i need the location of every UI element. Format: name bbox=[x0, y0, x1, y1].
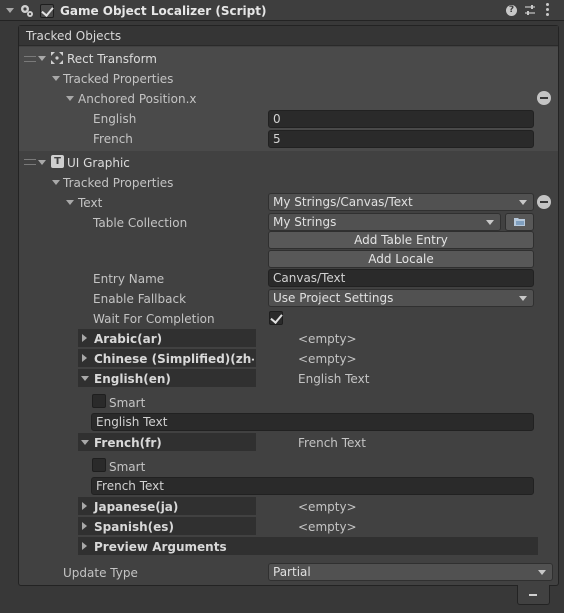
presets-icon[interactable] bbox=[524, 4, 536, 16]
locale-preview-value: <empty> bbox=[298, 500, 357, 514]
locale-foldout-icon[interactable] bbox=[82, 334, 87, 342]
checkmark-icon bbox=[270, 311, 283, 324]
chevron-down-icon bbox=[519, 200, 527, 205]
locale-preview-value: <empty> bbox=[298, 520, 357, 534]
enable-fallback-label: Enable Fallback bbox=[93, 292, 187, 306]
tracked-properties-foldout-icon[interactable] bbox=[52, 76, 60, 81]
locale-foldout-icon[interactable] bbox=[82, 522, 87, 530]
locale-preview-value: <empty> bbox=[298, 332, 357, 346]
script-component-icon bbox=[21, 5, 33, 17]
tracked-objects-label: Tracked Objects bbox=[26, 29, 122, 43]
chevron-down-icon bbox=[486, 220, 494, 225]
enable-fallback-value: Use Project Settings bbox=[273, 291, 394, 305]
preview-arguments-foldout-icon[interactable] bbox=[82, 542, 87, 550]
locale-name: French(fr) bbox=[94, 436, 162, 450]
locale-preview-value: <empty> bbox=[298, 352, 357, 366]
english-text-field[interactable]: English Text bbox=[91, 413, 534, 431]
locale-foldout-icon[interactable] bbox=[82, 502, 87, 510]
chevron-down-icon bbox=[519, 296, 527, 301]
french-text-field[interactable]: French Text bbox=[91, 477, 534, 495]
remove-property-icon[interactable] bbox=[537, 91, 551, 105]
foldout-arrow-icon[interactable] bbox=[6, 8, 14, 13]
remove-element-button[interactable] bbox=[524, 589, 544, 601]
component-title: Game Object Localizer (Script) bbox=[60, 4, 267, 18]
smart-checkbox[interactable] bbox=[92, 458, 106, 472]
anchored-position-foldout-icon[interactable] bbox=[66, 96, 74, 101]
english-value-label: English bbox=[93, 112, 137, 126]
french-value-field[interactable]: 5 bbox=[268, 130, 534, 148]
context-menu-icon[interactable] bbox=[546, 3, 550, 17]
text-property-foldout-icon[interactable] bbox=[66, 200, 74, 205]
wait-for-completion-checkbox[interactable] bbox=[269, 311, 283, 325]
french-value-label: French bbox=[93, 132, 133, 146]
tracked-properties-label: Tracked Properties bbox=[63, 176, 174, 190]
locale-name: Japanese(ja) bbox=[94, 500, 179, 514]
locale-name: Spanish(es) bbox=[94, 520, 174, 534]
smart-label: Smart bbox=[109, 460, 146, 474]
drag-handle-icon[interactable] bbox=[24, 159, 36, 165]
table-collection-dropdown[interactable]: My Strings bbox=[268, 213, 501, 231]
ui-graphic-icon: T bbox=[51, 155, 64, 168]
folder-icon bbox=[513, 218, 525, 226]
ui-graphic-foldout-icon[interactable] bbox=[38, 160, 46, 165]
string-reference-value: My Strings/Canvas/Text bbox=[273, 195, 413, 209]
minus-icon bbox=[529, 594, 537, 596]
rect-transform-icon bbox=[51, 52, 63, 64]
locale-foldout-icon[interactable] bbox=[82, 354, 87, 362]
open-table-window-button[interactable] bbox=[505, 213, 534, 231]
help-icon[interactable]: ? bbox=[506, 5, 517, 16]
locale-preview-value: French Text bbox=[298, 436, 366, 450]
smart-label: Smart bbox=[109, 396, 146, 410]
english-value-field[interactable]: 0 bbox=[268, 110, 534, 128]
locale-foldout-icon[interactable] bbox=[81, 376, 89, 381]
table-collection-label: Table Collection bbox=[93, 216, 188, 230]
tracked-properties-foldout-icon[interactable] bbox=[52, 180, 60, 185]
rect-transform-label: Rect Transform bbox=[67, 52, 157, 66]
entry-name-label: Entry Name bbox=[93, 272, 165, 286]
locale-foldout-icon[interactable] bbox=[81, 440, 89, 445]
ui-graphic-label: UI Graphic bbox=[67, 156, 130, 170]
component-enabled-checkbox[interactable] bbox=[40, 4, 54, 18]
chevron-down-icon bbox=[538, 570, 546, 575]
locale-name: Chinese (Simplified)(zh-CN bbox=[94, 352, 254, 366]
add-locale-button[interactable]: Add Locale bbox=[268, 250, 534, 268]
update-type-label: Update Type bbox=[63, 566, 138, 580]
text-property-label: Text bbox=[78, 196, 103, 210]
update-type-value: Partial bbox=[273, 565, 311, 579]
table-collection-value: My Strings bbox=[273, 215, 337, 229]
locale-name: English(en) bbox=[94, 372, 171, 386]
preview-arguments-label: Preview Arguments bbox=[94, 540, 227, 554]
enable-fallback-dropdown[interactable]: Use Project Settings bbox=[268, 289, 534, 307]
locale-name: Arabic(ar) bbox=[94, 332, 163, 346]
anchored-position-label: Anchored Position.x bbox=[78, 92, 197, 106]
update-type-dropdown[interactable]: Partial bbox=[268, 563, 553, 581]
remove-property-icon[interactable] bbox=[537, 195, 551, 209]
add-table-entry-button[interactable]: Add Table Entry bbox=[268, 231, 534, 249]
tracked-properties-label: Tracked Properties bbox=[63, 72, 174, 86]
wait-for-completion-label: Wait For Completion bbox=[93, 312, 215, 326]
string-reference-dropdown[interactable]: My Strings/Canvas/Text bbox=[268, 193, 534, 211]
smart-checkbox[interactable] bbox=[92, 394, 106, 408]
rect-transform-foldout-icon[interactable] bbox=[38, 56, 46, 61]
drag-handle-icon[interactable] bbox=[24, 56, 36, 62]
entry-name-field[interactable]: Canvas/Text bbox=[268, 269, 534, 287]
locale-preview-value: English Text bbox=[298, 372, 370, 386]
